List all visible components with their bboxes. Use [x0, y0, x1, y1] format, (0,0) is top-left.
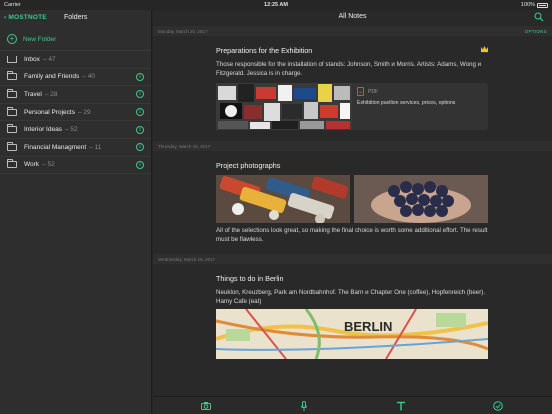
page-title: All Notes [338, 13, 367, 20]
stickers-photo [216, 83, 352, 130]
date-header: Thursday, March 16, 2017 [153, 141, 552, 151]
folder-icon [7, 71, 17, 81]
camera-icon[interactable] [201, 401, 211, 411]
back-label: MOSTNOTE [8, 14, 47, 21]
info-icon[interactable]: i [136, 90, 144, 99]
attachment-type: PDF [368, 88, 378, 95]
folder-label: Financial Managment [24, 143, 87, 151]
note-title: Project photographs [216, 161, 281, 170]
note-body: Neuklon, Kreuzberg, Park am Nordbahnhof.… [216, 289, 486, 305]
folder-label: Interior Ideas [24, 126, 62, 134]
back-button[interactable]: ‹ MOSTNOTE [4, 14, 47, 21]
folder-icon [7, 124, 17, 134]
sidebar-item-interior-ideas[interactable]: Interior Ideas – 52 i [0, 121, 151, 139]
sidebar-item-inbox[interactable]: Inbox – 47 [0, 51, 151, 69]
paint-tubes-photo [216, 175, 350, 223]
checklist-icon[interactable] [493, 401, 503, 411]
folder-count: – 52 [42, 161, 55, 169]
folder-label: Travel [24, 90, 42, 98]
sidebar-item-travel[interactable]: Travel – 28 i [0, 86, 151, 104]
folder-count: – 28 [44, 90, 58, 98]
inbox-tray-icon [7, 55, 17, 63]
notes-panel: All Notes Monday, March 20, 2017 OPTIONS… [153, 10, 552, 414]
text-icon[interactable] [396, 401, 406, 411]
note-title: Preparations for the Exhibition [216, 46, 313, 55]
date-header: Wednesday, March 15, 2017 [153, 254, 552, 264]
folder-label: Inbox [24, 55, 40, 63]
plus-circle-icon: + [7, 34, 17, 44]
folder-count: – 47 [42, 55, 56, 63]
bottom-toolbar [153, 396, 552, 414]
folder-label: Personal Projects [24, 108, 75, 116]
sidebar-item-family-and-friends[interactable]: Family and Friends – 40 i [0, 69, 151, 87]
status-bar: Carrier 12:25 AM 100% [0, 0, 552, 10]
date-label: Wednesday, March 15, 2017 [158, 256, 216, 262]
notes-header: All Notes [153, 10, 552, 26]
clock: 12:25 AM [264, 2, 288, 8]
battery-indicator: 100% [521, 2, 548, 8]
info-icon[interactable]: i [136, 160, 144, 169]
note-card[interactable]: Project photographs All of the selection [216, 161, 488, 253]
search-icon[interactable] [534, 12, 544, 22]
folder-label: Family and Friends [24, 73, 80, 81]
folder-label: Work [24, 161, 40, 169]
new-folder-button[interactable]: + New Folder [0, 28, 151, 50]
note-card[interactable]: Preparations for the Exhibition Those re… [216, 46, 488, 138]
microphone-icon[interactable] [299, 401, 309, 411]
folder-count: – 52 [64, 126, 78, 134]
folder-icon [7, 141, 17, 151]
crown-bookmark-icon [481, 46, 488, 53]
date-label: Monday, March 20, 2017 [158, 28, 208, 34]
folder-count: – 29 [77, 108, 91, 116]
sidebar-title: Folders [64, 14, 88, 21]
new-folder-label: New Folder [23, 35, 57, 43]
sidebar-header: ‹ MOSTNOTE Folders [0, 10, 151, 28]
sidebar-item-financial-managment[interactable]: Financial Managment – 11 i [0, 139, 151, 157]
berlin-map-photo: BERLIN [216, 309, 488, 359]
sidebar-item-work[interactable]: Work – 52 i [0, 157, 151, 175]
date-label: Thursday, March 16, 2017 [158, 143, 211, 149]
grapes-photo [354, 175, 488, 223]
pdf-attachment[interactable]: ▤ PDF Exhibition pavilion services, pric… [352, 83, 488, 130]
battery-icon [537, 2, 548, 8]
folder-icon [7, 159, 17, 169]
options-button[interactable]: OPTIONS [525, 29, 547, 34]
info-icon[interactable]: i [136, 143, 144, 152]
info-icon[interactable]: i [136, 72, 144, 81]
info-icon[interactable]: i [136, 108, 144, 117]
map-label: BERLIN [344, 319, 392, 334]
info-icon[interactable]: i [136, 125, 144, 134]
sidebar-item-personal-projects[interactable]: Personal Projects – 29 i [0, 104, 151, 122]
folder-count: – 11 [89, 143, 102, 151]
date-header: Monday, March 20, 2017 OPTIONS [153, 26, 552, 36]
folder-icon [7, 88, 17, 98]
folder-count: – 40 [82, 73, 95, 81]
note-card[interactable]: Things to do in Berlin Neuklon, Kreuzber… [216, 274, 488, 366]
note-title: Things to do in Berlin [216, 274, 284, 283]
folder-icon [7, 106, 17, 116]
attachment-description: Exhibition pavilion services, prices, op… [357, 100, 456, 106]
folders-sidebar: ‹ MOSTNOTE Folders + New Folder Inbox – … [0, 10, 152, 414]
pdf-file-icon: ▤ [357, 87, 364, 96]
note-body: Those responsible for the installation o… [216, 61, 482, 77]
battery-percent: 100% [520, 2, 535, 8]
note-body: All of the selections look great, so mak… [216, 227, 488, 243]
